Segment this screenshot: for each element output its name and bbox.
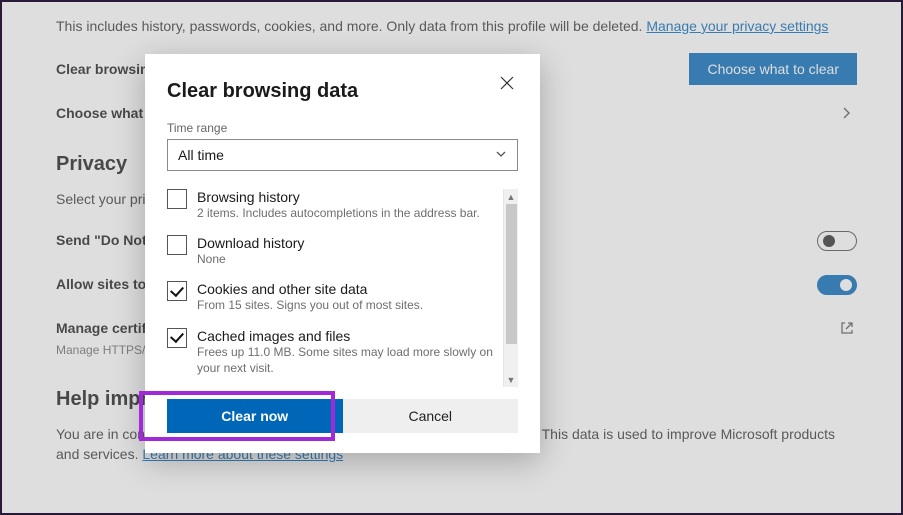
clear-now-button[interactable]: Clear now bbox=[167, 399, 343, 433]
option-title: Download history bbox=[197, 235, 500, 251]
time-range-select[interactable]: All time bbox=[167, 139, 518, 171]
clear-browsing-dialog: Clear browsing data Time range All time … bbox=[145, 54, 540, 453]
option-title: Browsing history bbox=[197, 189, 500, 205]
dialog-title: Clear browsing data bbox=[167, 80, 358, 103]
scrollbar[interactable]: ▲ ▼ bbox=[503, 189, 518, 387]
option-checkbox[interactable] bbox=[167, 235, 187, 255]
option-title: Cookies and other site data bbox=[197, 281, 500, 297]
option-checkbox[interactable] bbox=[167, 328, 187, 348]
option-body: Cookies and other site dataFrom 15 sites… bbox=[197, 281, 500, 313]
option-checkbox[interactable] bbox=[167, 189, 187, 209]
option-body: Download historyNone bbox=[197, 235, 500, 267]
option-desc: From 15 sites. Signs you out of most sit… bbox=[197, 297, 500, 313]
option-row: Browsing history2 items. Includes autoco… bbox=[167, 189, 500, 221]
option-row: Cookies and other site dataFrom 15 sites… bbox=[167, 281, 500, 313]
option-desc: None bbox=[197, 251, 500, 267]
option-row: Download historyNone bbox=[167, 235, 500, 267]
scroll-thumb[interactable] bbox=[506, 204, 517, 344]
time-range-value: All time bbox=[178, 147, 224, 163]
dialog-header: Clear browsing data bbox=[167, 72, 518, 121]
scroll-down-icon[interactable]: ▼ bbox=[504, 372, 518, 387]
options-list: Browsing history2 items. Includes autoco… bbox=[167, 189, 518, 387]
option-row: Cached images and filesFrees up 11.0 MB.… bbox=[167, 328, 500, 376]
option-body: Cached images and filesFrees up 11.0 MB.… bbox=[197, 328, 500, 376]
option-desc: Frees up 11.0 MB. Some sites may load mo… bbox=[197, 344, 500, 376]
scroll-up-icon[interactable]: ▲ bbox=[504, 189, 518, 204]
chevron-down-icon bbox=[495, 147, 507, 163]
option-title: Cached images and files bbox=[197, 328, 500, 344]
option-body: Browsing history2 items. Includes autoco… bbox=[197, 189, 500, 221]
time-range-label: Time range bbox=[167, 121, 518, 135]
close-icon[interactable] bbox=[496, 72, 518, 94]
option-desc: 2 items. Includes autocompletions in the… bbox=[197, 205, 500, 221]
dialog-actions: Clear now Cancel bbox=[167, 399, 518, 433]
option-checkbox[interactable] bbox=[167, 281, 187, 301]
cancel-button[interactable]: Cancel bbox=[343, 399, 519, 433]
